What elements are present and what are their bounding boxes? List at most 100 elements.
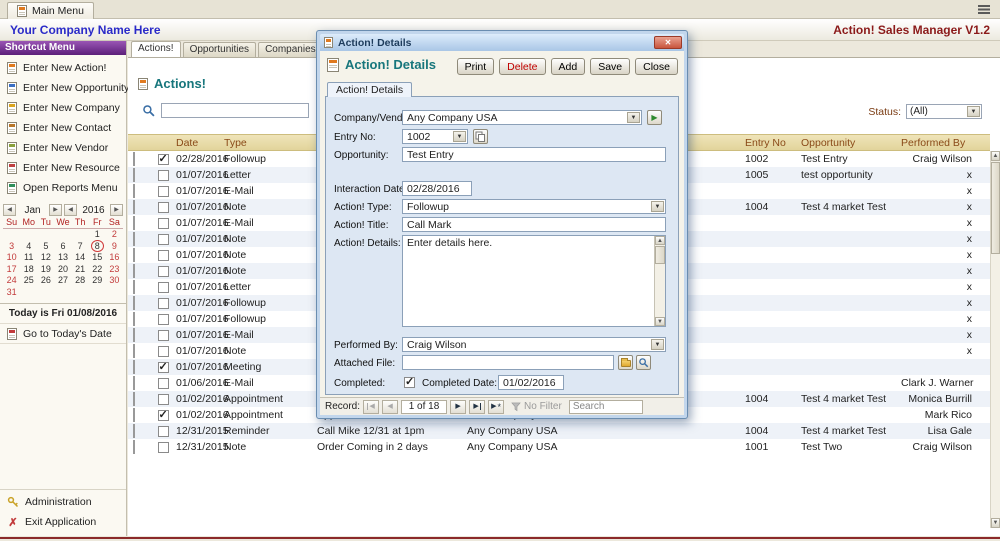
browse-file-button[interactable] — [618, 355, 633, 370]
calendar-day[interactable]: 5 — [37, 241, 54, 253]
calendar-day[interactable]: 20 — [54, 264, 71, 276]
prev-year-icon[interactable]: ◀ — [64, 204, 77, 216]
calendar-day[interactable]: 28 — [72, 275, 89, 287]
row-checkbox[interactable] — [158, 298, 169, 309]
row-checkbox[interactable] — [158, 266, 169, 277]
row-checkbox[interactable] — [158, 170, 169, 181]
first-record-button[interactable]: ◀ — [363, 400, 379, 414]
calendar-day[interactable]: 8 — [89, 241, 106, 253]
calendar-day[interactable] — [20, 229, 37, 241]
calendar-day[interactable]: 15 — [89, 252, 106, 264]
record-search-input[interactable]: Search — [569, 400, 643, 414]
sidebar-item[interactable]: Enter New Resource — [0, 158, 126, 178]
opportunity-field[interactable]: Test Entry — [402, 147, 666, 162]
performed-by-combo[interactable]: Craig Wilson▼ — [402, 337, 666, 352]
calendar-day[interactable]: 13 — [54, 252, 71, 264]
calendar-day[interactable]: 7 — [72, 241, 89, 253]
calendar-day[interactable] — [37, 229, 54, 241]
sidebar-item[interactable]: Open Reports Menu — [0, 178, 126, 198]
copy-entry-button[interactable] — [473, 129, 488, 144]
next-year-icon[interactable]: ▶ — [110, 204, 123, 216]
col-header-opportunity[interactable]: Opportunity — [801, 137, 901, 149]
calendar-day[interactable]: 12 — [37, 252, 54, 264]
row-checkbox[interactable] — [158, 410, 169, 421]
filter-status[interactable]: No Filter — [511, 401, 562, 412]
textarea-scrollbar[interactable]: ▲ ▼ — [654, 236, 665, 326]
row-checkbox[interactable] — [158, 154, 169, 165]
completed-checkbox[interactable] — [404, 377, 415, 388]
table-row[interactable]: 12/31/2015 Note Order Coming in 2 days A… — [128, 439, 990, 455]
attached-file-field[interactable] — [402, 355, 614, 370]
row-checkbox[interactable] — [158, 314, 169, 325]
previous-record-button[interactable]: ◀ — [382, 400, 398, 414]
calendar-day[interactable]: 23 — [106, 264, 123, 276]
calendar-day[interactable]: 2 — [106, 229, 123, 241]
company-vendor-combo[interactable]: Any Company USA▼ — [402, 110, 642, 125]
calendar-day[interactable]: 22 — [89, 264, 106, 276]
exit-application-item[interactable]: ✗ Exit Application — [0, 512, 126, 532]
row-checkbox[interactable] — [158, 394, 169, 405]
col-header-type[interactable]: Type — [224, 137, 317, 149]
search-input[interactable] — [161, 103, 309, 118]
calendar-day[interactable]: 1 — [89, 229, 106, 241]
col-header-date[interactable]: Date — [176, 137, 224, 149]
next-month-icon[interactable]: ▶ — [49, 204, 62, 216]
go-to-today-button[interactable]: Go to Today's Date — [0, 324, 126, 344]
dialog-tab-action-details[interactable]: Action! Details — [327, 82, 412, 97]
search-file-button[interactable] — [636, 355, 651, 370]
menu-icon[interactable] — [978, 5, 990, 14]
delete-button[interactable]: Delete — [499, 58, 545, 75]
view-tab[interactable]: Companies — [258, 42, 323, 57]
save-button[interactable]: Save — [590, 58, 630, 75]
sidebar-item[interactable]: Enter New Company — [0, 98, 126, 118]
view-tab[interactable]: Actions! — [131, 41, 181, 57]
entry-no-combo[interactable]: 1002▼ — [402, 129, 468, 144]
sidebar-item[interactable]: Enter New Vendor — [0, 138, 126, 158]
row-checkbox[interactable] — [158, 346, 169, 357]
sidebar-item[interactable]: Enter New Action! — [0, 58, 126, 78]
status-dropdown[interactable]: (All) ▼ — [906, 104, 982, 119]
calendar-day[interactable]: 3 — [3, 241, 20, 253]
add-button[interactable]: Add — [551, 58, 586, 75]
calendar-day[interactable]: 26 — [37, 275, 54, 287]
calendar-day[interactable] — [3, 229, 20, 241]
scroll-up-icon[interactable]: ▲ — [655, 236, 665, 245]
row-checkbox[interactable] — [158, 234, 169, 245]
sidebar-item[interactable]: Enter New Contact — [0, 118, 126, 138]
scroll-down-icon[interactable]: ▼ — [991, 518, 1000, 528]
calendar-day[interactable]: 4 — [20, 241, 37, 253]
dialog-titlebar[interactable]: Action! Details ✕ — [320, 34, 684, 51]
calendar-day[interactable]: 17 — [3, 264, 20, 276]
next-record-button[interactable]: ▶ — [450, 400, 466, 414]
calendar-day[interactable]: 10 — [3, 252, 20, 264]
goto-company-button[interactable]: ▶ — [647, 110, 662, 125]
action-details-textarea[interactable]: Enter details here. ▲ ▼ — [402, 235, 666, 327]
col-header-entry-no[interactable]: Entry No — [745, 137, 801, 149]
calendar-day[interactable]: 31 — [3, 287, 20, 299]
calendar-day[interactable]: 24 — [3, 275, 20, 287]
calendar-day[interactable]: 9 — [106, 241, 123, 253]
row-checkbox[interactable] — [158, 186, 169, 197]
last-record-button[interactable]: ▶ — [469, 400, 485, 414]
scrollbar-thumb[interactable] — [991, 162, 1000, 254]
administration-item[interactable]: Administration — [0, 492, 126, 512]
calendar-day[interactable]: 25 — [20, 275, 37, 287]
calendar-day[interactable]: 16 — [106, 252, 123, 264]
completed-date-field[interactable]: 01/02/2016 — [498, 375, 564, 390]
row-checkbox[interactable] — [158, 250, 169, 261]
calendar-day[interactable]: 11 — [20, 252, 37, 264]
calendar-day[interactable] — [54, 229, 71, 241]
scroll-down-icon[interactable]: ▼ — [655, 317, 665, 326]
new-record-button[interactable]: ▶* — [488, 400, 504, 414]
calendar-day[interactable]: 19 — [37, 264, 54, 276]
action-title-field[interactable]: Call Mark — [402, 217, 666, 232]
row-checkbox[interactable] — [158, 282, 169, 293]
calendar-day[interactable]: 27 — [54, 275, 71, 287]
row-checkbox[interactable] — [158, 426, 169, 437]
table-row[interactable]: 12/31/2015 Reminder Call Mike 12/31 at 1… — [128, 423, 990, 439]
calendar-day[interactable]: 21 — [72, 264, 89, 276]
interaction-date-field[interactable]: 02/28/2016 — [402, 181, 472, 196]
scroll-up-icon[interactable]: ▲ — [991, 151, 1000, 161]
main-menu-tab[interactable]: Main Menu — [7, 2, 94, 19]
row-checkbox[interactable] — [158, 442, 169, 453]
